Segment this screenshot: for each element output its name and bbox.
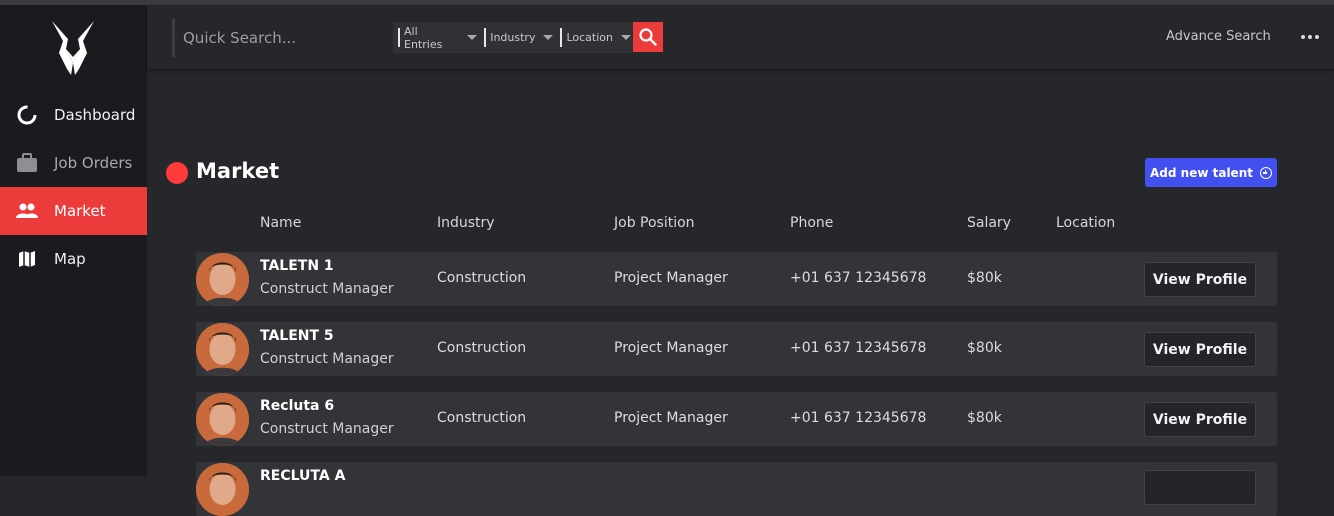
advance-search-link[interactable]: Advance Search: [1166, 29, 1271, 44]
add-new-talent-button[interactable]: Add new talent: [1145, 158, 1277, 187]
title-status-dot: [166, 162, 188, 184]
avatar: [196, 463, 249, 516]
talent-title: Construct Manager: [260, 351, 394, 367]
caret-down-icon: [467, 35, 478, 40]
talent-name: RECLUTA A: [260, 468, 346, 484]
salary-cell: $80k: [967, 270, 1002, 286]
column-header-job-position: Job Position: [614, 215, 695, 231]
donut-chart-icon: [16, 104, 38, 126]
column-header-location: Location: [1056, 215, 1116, 231]
column-header-name: Name: [260, 215, 302, 231]
filter-location[interactable]: Location: [560, 28, 633, 47]
talent-title: Construct Manager: [260, 421, 394, 437]
page-title: Market: [196, 159, 280, 183]
top-bar: All Entries Industry Location Advance Se…: [147, 5, 1334, 69]
view-profile-button[interactable]: View Profile: [1144, 402, 1256, 437]
sidebar-item-job-orders[interactable]: Job Orders: [0, 139, 147, 187]
phone-cell: +01 637 12345678: [790, 270, 927, 286]
filter-all-entries[interactable]: All Entries: [398, 25, 479, 51]
column-header-salary: Salary: [967, 215, 1011, 231]
talent-name: Recluta 6: [260, 398, 335, 414]
map-icon: [16, 248, 38, 270]
filter-label: All Entries: [404, 24, 443, 51]
view-profile-button[interactable]: View Profile: [1144, 262, 1256, 297]
position-cell: Project Manager: [614, 410, 728, 426]
sidebar-item-dashboard[interactable]: Dashboard: [0, 91, 147, 139]
plus-circle-icon: [1259, 166, 1272, 179]
sidebar-item-label: Map: [54, 250, 86, 268]
table-row: TALETN 1 Construct Manager Construction …: [196, 252, 1277, 306]
industry-cell: Construction: [437, 270, 527, 286]
view-profile-button[interactable]: [1144, 470, 1256, 505]
talent-title: Construct Manager: [260, 281, 394, 297]
sidebar-item-map[interactable]: Map: [0, 235, 147, 283]
search-button[interactable]: [633, 22, 663, 52]
sidebar: Dashboard Job Orders Market Map: [0, 5, 147, 476]
column-header-phone: Phone: [790, 215, 834, 231]
phone-cell: +01 637 12345678: [790, 340, 927, 356]
filter-group: All Entries Industry Location: [393, 22, 633, 53]
salary-cell: $80k: [967, 410, 1002, 426]
search-input[interactable]: [175, 29, 385, 47]
phone-cell: +01 637 12345678: [790, 410, 927, 426]
industry-cell: Construction: [437, 410, 527, 426]
table-row: Recluta 6 Construct Manager Construction…: [196, 392, 1277, 446]
search-box: [172, 19, 392, 57]
avatar: [196, 393, 249, 446]
position-cell: Project Manager: [614, 340, 728, 356]
filter-label: Location: [566, 31, 613, 44]
talent-name: TALETN 1: [260, 258, 334, 274]
column-header-industry: Industry: [437, 215, 495, 231]
salary-cell: $80k: [967, 340, 1002, 356]
avatar: [196, 253, 249, 306]
avatar: [196, 323, 249, 376]
filter-industry[interactable]: Industry: [484, 28, 555, 47]
view-profile-button[interactable]: View Profile: [1144, 332, 1256, 367]
more-options-icon[interactable]: [1301, 35, 1319, 41]
industry-cell: Construction: [437, 340, 527, 356]
table-row: TALENT 5 Construct Manager Construction …: [196, 322, 1277, 376]
briefcase-icon: [16, 152, 38, 174]
search-icon: [639, 28, 657, 46]
position-cell: Project Manager: [614, 270, 728, 286]
caret-down-icon: [621, 35, 631, 40]
add-button-label: Add new talent: [1150, 165, 1253, 180]
sidebar-item-market[interactable]: Market: [0, 187, 147, 235]
sidebar-item-label: Dashboard: [54, 106, 136, 124]
sidebar-item-label: Job Orders: [54, 154, 133, 172]
table-row: RECLUTA A: [196, 462, 1277, 516]
wolf-logo[interactable]: [49, 19, 97, 75]
talent-name: TALENT 5: [260, 328, 334, 344]
sidebar-item-label: Market: [54, 202, 106, 220]
filter-label: Industry: [490, 31, 536, 44]
people-icon: [16, 200, 38, 222]
caret-down-icon: [543, 35, 554, 40]
